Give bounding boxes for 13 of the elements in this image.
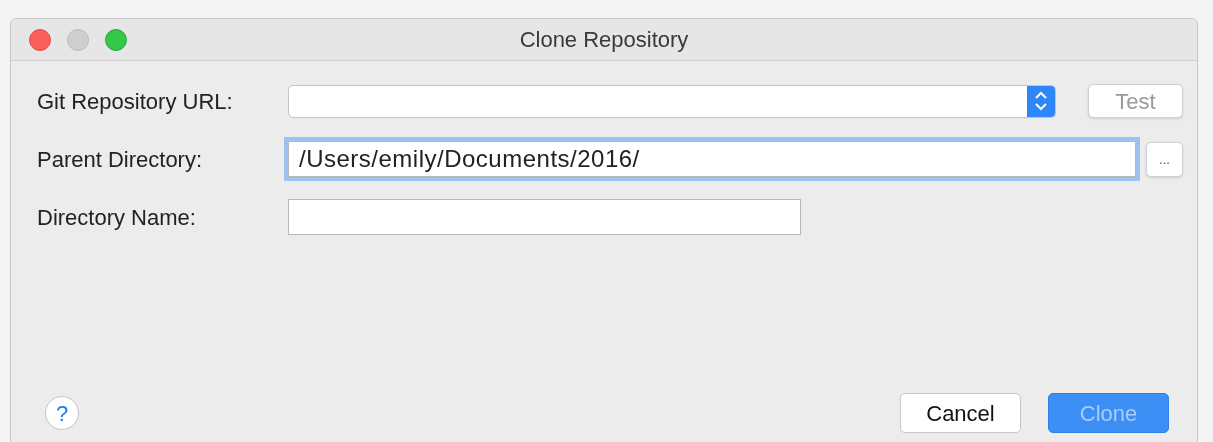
field-label: Git Repository URL: — [37, 87, 234, 116]
field-label: Directory Name: — [37, 203, 197, 232]
browse-button[interactable]: ... — [1146, 141, 1183, 177]
url-combo-box[interactable] — [288, 84, 1056, 118]
stepper-chevrons-icon — [1034, 90, 1048, 112]
field-label: Parent Directory: — [37, 145, 204, 174]
close-button[interactable] — [29, 29, 51, 51]
name-field[interactable] — [288, 199, 801, 235]
zoom-button[interactable] — [105, 29, 127, 51]
cancel-button[interactable]: Cancel — [900, 393, 1021, 433]
help-button[interactable]: ? — [45, 396, 79, 430]
minimize-button[interactable] — [67, 29, 89, 51]
window-title: Clone Repository — [519, 26, 689, 54]
